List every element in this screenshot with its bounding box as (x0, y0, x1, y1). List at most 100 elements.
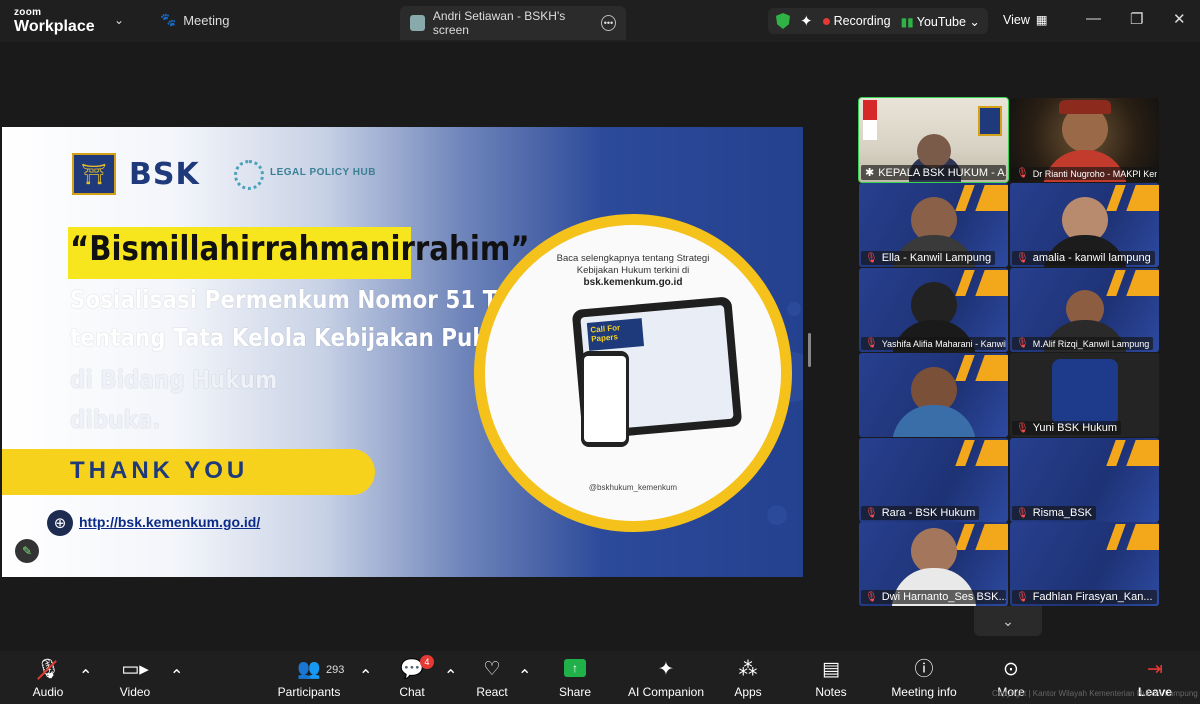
slide-url: http://bsk.kemenkum.go.id/ (79, 514, 261, 530)
participant-tile[interactable]: 🎙 Rara - BSK Hukum (859, 438, 1008, 522)
participant-tile[interactable]: 🎙 Fadhlan Firasyan_Kan... (1010, 522, 1159, 606)
youtube-label: YouTube (916, 14, 966, 29)
avatar (410, 15, 425, 31)
thank-you-text: THANK YOU (70, 457, 249, 484)
participant-name-text: Yuni BSK Hukum (1032, 422, 1118, 434)
globe-icon: ⊕ (47, 510, 73, 536)
participant-name-text: Fadhlan Firasyan_Kan... (1032, 591, 1153, 603)
participant-name-text: Dwi Harnanto_Ses BSK... (881, 591, 1006, 603)
scroll-down-button[interactable]: ⌄ (974, 606, 1042, 636)
status-group: ✦ Recording ▮▮ YouTube ⌄ (768, 8, 988, 34)
view-button[interactable]: View ▦ (1003, 12, 1048, 28)
ministry-emblem: ⛩ (72, 153, 116, 195)
audio-label: Audio (32, 685, 64, 699)
participant-name-text: Rara - BSK Hukum (881, 507, 976, 519)
video-options-caret[interactable]: ⌃ (170, 666, 183, 686)
participant-tile[interactable] (859, 353, 1008, 437)
ai-companion-button[interactable]: ✦ AI Companion (621, 659, 711, 699)
meeting-info-button[interactable]: ⓘ Meeting info (879, 659, 969, 699)
share-label: Share (558, 685, 592, 699)
participant-tile[interactable]: ✱ KEPALA BSK HUKUM - A... (858, 97, 1009, 183)
participant-name: 🎙 Ella - Kanwil Lampung (861, 251, 996, 265)
share-button[interactable]: ↑ Share (530, 659, 620, 699)
screen-tab-label: Andri Setiawan - BSKH's screen (432, 9, 566, 37)
mic-muted-icon: 🎙 (865, 507, 878, 519)
sparkle-icon: ✦ (658, 659, 674, 680)
sparkle-icon[interactable]: ✦ (800, 12, 813, 30)
video-button[interactable]: ▭▸ Video (90, 659, 180, 699)
participant-name: 🎙 Risma_BSK (1012, 506, 1096, 520)
close-icon[interactable]: ✕ (1173, 10, 1186, 28)
mic-muted-icon: 🎙 (865, 338, 878, 349)
participant-name: 🎙 Rara - BSK Hukum (861, 506, 980, 520)
record-dot-icon (822, 18, 830, 25)
participant-tile[interactable]: 🎙 Ella - Kanwil Lampung (859, 183, 1008, 267)
participant-name-text: Dr Rianti Nugroho - MAKPI Kemlum (1032, 168, 1157, 179)
more-options-icon[interactable]: ••• (600, 15, 616, 31)
panel-resize-handle[interactable] (808, 333, 811, 367)
title-bar: zoom Workplace ⌄ 🐾 Meeting Andri Setiawa… (0, 0, 1200, 42)
meeting-menu-button[interactable]: 🐾 Meeting (160, 12, 229, 28)
shield-icon[interactable] (776, 13, 790, 29)
spotlight-icon: ✱ (865, 167, 875, 179)
chevron-down-icon[interactable]: ⌄ (114, 13, 124, 27)
mic-muted-icon: 🎙 (1016, 168, 1029, 179)
mic-muted-icon: 🎙 (1016, 591, 1029, 603)
mic-muted-icon: 🎙 (1016, 252, 1029, 264)
participant-name: ✱ KEPALA BSK HUKUM - A... (861, 165, 1006, 180)
promo-text-1: Baca selengkapnya tentang Strategi (556, 253, 710, 264)
recording-button[interactable]: Recording (822, 14, 891, 28)
shared-screen[interactable]: ⛩ BSK LEGAL POLICY HUB “Bismillahirrahma… (2, 127, 803, 577)
more-icon: ⊙ (1003, 659, 1019, 680)
promo-circle: Baca selengkapnya tentang Strategi Kebij… (485, 225, 781, 521)
participant-name: 🎙 Yuni BSK Hukum (1012, 421, 1122, 435)
exit-icon: ⇥ (1147, 659, 1163, 680)
mic-muted-icon: 🎙 (865, 252, 878, 264)
signal-icon: ▮▮ (900, 14, 914, 29)
zoom-logo[interactable]: zoom Workplace (14, 8, 95, 35)
copyright-watermark: Copyright | Kantor Wilayah Kementerian H… (992, 689, 1198, 698)
mic-muted-icon: 🎙 (1016, 422, 1029, 434)
recording-label: Recording (833, 14, 891, 28)
participant-tile[interactable]: 🎙 Dwi Harnanto_Ses BSK... (859, 522, 1008, 606)
view-label: View (1003, 12, 1030, 27)
annotate-pen-icon[interactable]: ✎ (15, 539, 39, 563)
phone-mockup (581, 351, 629, 447)
participant-tile[interactable]: 🎙Dr Rianti Nugroho - MAKPI Kemlum (1010, 98, 1159, 182)
participant-head (917, 134, 951, 168)
react-label: React (476, 685, 508, 699)
slide-line-2: tentang Tata Kelola Kebijakan Publik (70, 323, 517, 352)
participant-name: 🎙Yashifa Alifia Maharani - Kanwil La... (861, 337, 1006, 350)
mic-muted-icon: 🎙 (1016, 338, 1029, 349)
decor-dot (787, 302, 801, 316)
apps-label: Apps (734, 685, 762, 699)
bsk-logo: BSK (129, 157, 200, 192)
apps-button[interactable]: ⁂ Apps (703, 659, 793, 699)
notes-icon: ▤ (822, 659, 840, 680)
slide-line-4: dibuka. (70, 405, 161, 434)
participant-name-text: Ella - Kanwil Lampung (881, 252, 992, 264)
screen-share-tab[interactable]: Andri Setiawan - BSKH's screen ••• (400, 6, 626, 40)
participant-tile[interactable]: 🎙 amalia - kanwil lampung (1010, 183, 1159, 267)
thank-you-banner: THANK YOU (2, 449, 375, 495)
participant-tile[interactable]: 🎙 M.Alif Rizqi_Kanwil Lampung (1010, 268, 1159, 352)
participant-name-text: Risma_BSK (1032, 507, 1092, 519)
slide-headline: “Bismillahirrahmanirrahim” (70, 229, 530, 269)
emblem (978, 106, 1002, 136)
participants-count: 293 (326, 664, 345, 676)
youtube-button[interactable]: ▮▮ YouTube ⌄ (901, 14, 980, 29)
social-handle: @bskhukum_kemenkum (588, 483, 678, 492)
participant-tile[interactable]: 🎙Yashifa Alifia Maharani - Kanwil La... (859, 268, 1008, 352)
apps-icon: ⁂ (738, 659, 758, 680)
restore-icon[interactable]: ❐ (1130, 10, 1143, 28)
participant-tile[interactable]: 🎙 Yuni BSK Hukum (1010, 353, 1159, 437)
ai-companion-label: AI Companion (627, 685, 705, 699)
hub-label: LEGAL POLICY HUB (270, 167, 376, 178)
participant-tile[interactable]: 🎙 Risma_BSK (1010, 438, 1159, 522)
phone-screen (584, 356, 626, 442)
participant-hat (1058, 100, 1111, 114)
minimize-icon[interactable]: — (1086, 10, 1101, 27)
chat-badge: 4 (419, 655, 434, 669)
participant-name-text: amalia - kanwil lampung (1032, 252, 1151, 264)
notes-button[interactable]: ▤ Notes (786, 659, 876, 699)
